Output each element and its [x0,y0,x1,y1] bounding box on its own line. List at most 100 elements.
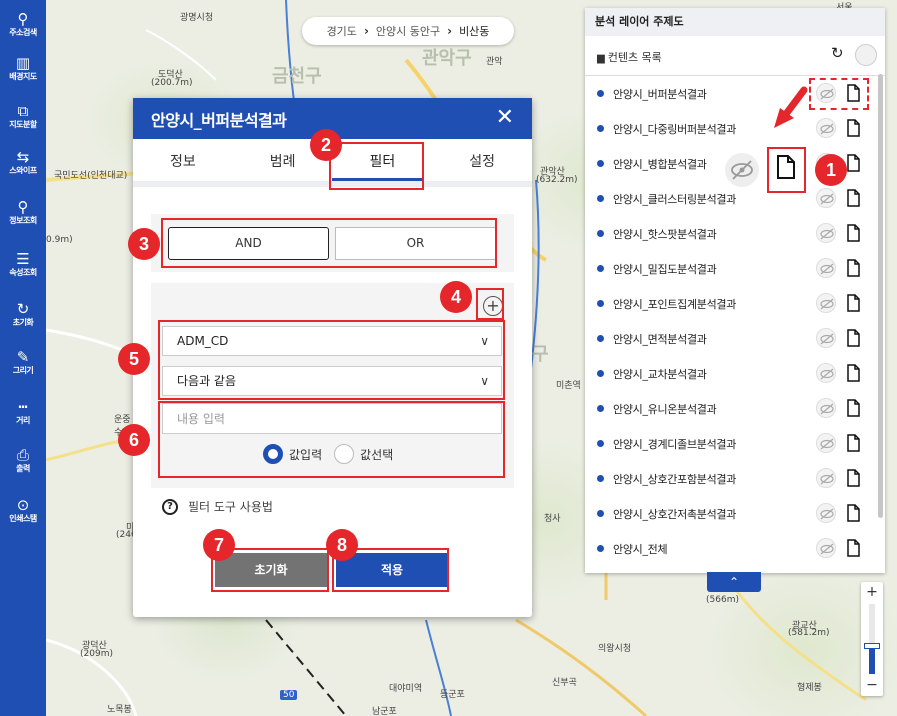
file-icon[interactable] [846,119,860,141]
map-label-gu: 구 [532,344,549,365]
sidebar-item-draw[interactable]: ✎ 그리기 [0,344,46,388]
layer-list-item[interactable]: 안양시_포인트집계분석결과 [585,286,875,321]
eye-slash-icon[interactable] [816,258,836,278]
file-icon[interactable] [846,154,860,176]
annotation-badge-4: 4 [440,281,472,313]
layer-bullet [597,230,604,237]
map-label-hyeongjebong: 형제봉 [797,683,822,693]
eye-slash-icon[interactable] [816,118,836,138]
layer-list-item[interactable]: 안양시_유니온분석결과 [585,391,875,426]
file-icon[interactable] [846,329,860,351]
zoom-in-button[interactable]: + [861,584,883,600]
tab-settings[interactable]: 설정 [432,139,532,181]
layer-name: 안양시_핫스팟분석결과 [613,228,717,241]
layer-list-item[interactable]: 안양시_경계디졸브분석결과 [585,426,875,461]
attribute-query-icon: ☰ [16,250,30,268]
close-icon[interactable]: ✕ [496,106,514,130]
sidebar-item-address-search[interactable]: ⚲ 주소검색 [0,6,46,50]
sidebar-item-base-map[interactable]: ▥ 배경지도 [0,50,46,94]
map-label-566m: (566m) [706,595,739,605]
zoom-control: + − [861,582,883,696]
annotation-box-selects [158,320,505,400]
eye-slash-icon[interactable] [816,468,836,488]
sidebar-item-distance[interactable]: ┅ 거리 [0,394,46,438]
eye-slash-icon[interactable] [816,223,836,243]
file-icon[interactable] [846,539,860,561]
eye-slash-icon[interactable] [816,433,836,453]
sidebar-item-info-query[interactable]: ⚲ 정보조회 [0,194,46,238]
file-icon[interactable] [846,294,860,316]
layer-list-item[interactable]: 안양시_전체 [585,531,875,566]
layer-bullet [597,265,604,272]
layer-bullet [597,160,604,167]
sidebar-item-reset[interactable]: ↻ 초기화 [0,296,46,340]
eye-slash-icon[interactable] [816,363,836,383]
layer-list-scrollbar[interactable] [878,74,883,518]
left-toolbar: ⚲ 주소검색 ▥ 배경지도 ⧉ 지도분할 ⇆ 스와이프 ⚲ 정보조회 ☰ 속성조… [0,0,46,716]
breadcrumb-province[interactable]: 경기도 [327,23,357,39]
sidebar-item-swipe[interactable]: ⇆ 스와이프 [0,144,46,188]
filter-help-text: 필터 도구 사용법 [188,500,273,514]
annotation-badge-7: 7 [203,529,235,561]
layer-list-item[interactable]: 안양시_교차분석결과 [585,356,875,391]
distance-icon: ┅ [18,398,28,416]
filter-help-link[interactable]: ? 필터 도구 사용법 [162,498,273,515]
sidebar-item-attribute-query[interactable]: ☰ 속성조회 [0,246,46,290]
draw-icon: ✎ [16,348,30,366]
layer-name: 안양시_상호간포함분석결과 [613,473,737,486]
layer-bullet [597,90,604,97]
eye-slash-icon[interactable] [816,538,836,558]
eye-slash-icon[interactable] [816,398,836,418]
file-icon[interactable] [846,504,860,526]
file-icon[interactable] [846,259,860,281]
map-label-namgunpo: 남군포 [372,707,397,716]
layer-list-item[interactable]: 안양시_상호간포함분석결과 [585,461,875,496]
annotation-box-file-icon [767,147,806,193]
location-pin-icon: ⊙ [16,496,30,514]
sidebar-item-split-map[interactable]: ⧉ 지도분할 [0,98,46,142]
map-icon: ▥ [15,54,31,72]
sidebar-item-location[interactable]: ⊙ 인쇄스탬 [0,492,46,536]
chevron-right-icon: › [447,24,453,38]
layer-name: 안양시_면적분석결과 [613,333,707,346]
layer-list-item[interactable]: 안양시_상호간저촉분석결과 [585,496,875,531]
eye-slash-icon[interactable] [816,293,836,313]
eye-slash-icon[interactable] [816,188,836,208]
zoom-out-button[interactable]: − [861,677,883,693]
breadcrumb-neighborhood[interactable]: 비산동 [459,23,489,39]
map-label-09m: 0.9m) [46,235,73,245]
annotation-badge-5: 5 [118,343,150,375]
map-label-expressway: 국민도선(인천대교) [54,171,128,181]
collapse-panel-button[interactable]: ⌃ [707,572,761,592]
layer-name: 안양시_경계디졸브분석결과 [613,438,737,451]
file-icon[interactable] [846,364,860,386]
annotation-box-layer-icons [809,78,869,110]
map-label-gwanak-gu: 관악구 [422,48,472,69]
refresh-icon[interactable]: ↻ [831,44,844,62]
dialog-title: 안양시_버퍼분석결과 [151,110,287,130]
layer-bullet [597,510,604,517]
layer-list-item[interactable]: 안양시_밀집도분석결과 [585,251,875,286]
file-icon[interactable] [846,469,860,491]
zoom-slider-handle[interactable] [864,642,880,649]
eye-slash-icon[interactable] [816,328,836,348]
chevron-right-icon: › [363,24,369,38]
hide-all-eye-icon[interactable] [855,44,877,66]
file-icon[interactable] [846,434,860,456]
layer-list-item[interactable]: 안양시_핫스팟분석결과 [585,216,875,251]
layer-bullet [597,545,604,552]
map-label-route-50: 50 [280,690,298,700]
layer-name: 안양시_병합분석결과 [613,158,707,171]
layer-bullet [597,405,604,412]
file-icon[interactable] [846,189,860,211]
sidebar-item-print[interactable]: ⎙ 출력 [0,442,46,486]
layer-list-item[interactable]: 안양시_다중링버퍼분석결과 [585,111,875,146]
file-icon[interactable] [846,224,860,246]
layer-list-item[interactable]: 안양시_면적분석결과 [585,321,875,356]
eye-slash-icon [725,153,759,187]
file-icon[interactable] [846,399,860,421]
annotation-box-value [158,401,505,478]
tab-info[interactable]: 정보 [133,139,233,181]
breadcrumb-district[interactable]: 안양시 동안구 [376,23,440,39]
eye-slash-icon[interactable] [816,503,836,523]
